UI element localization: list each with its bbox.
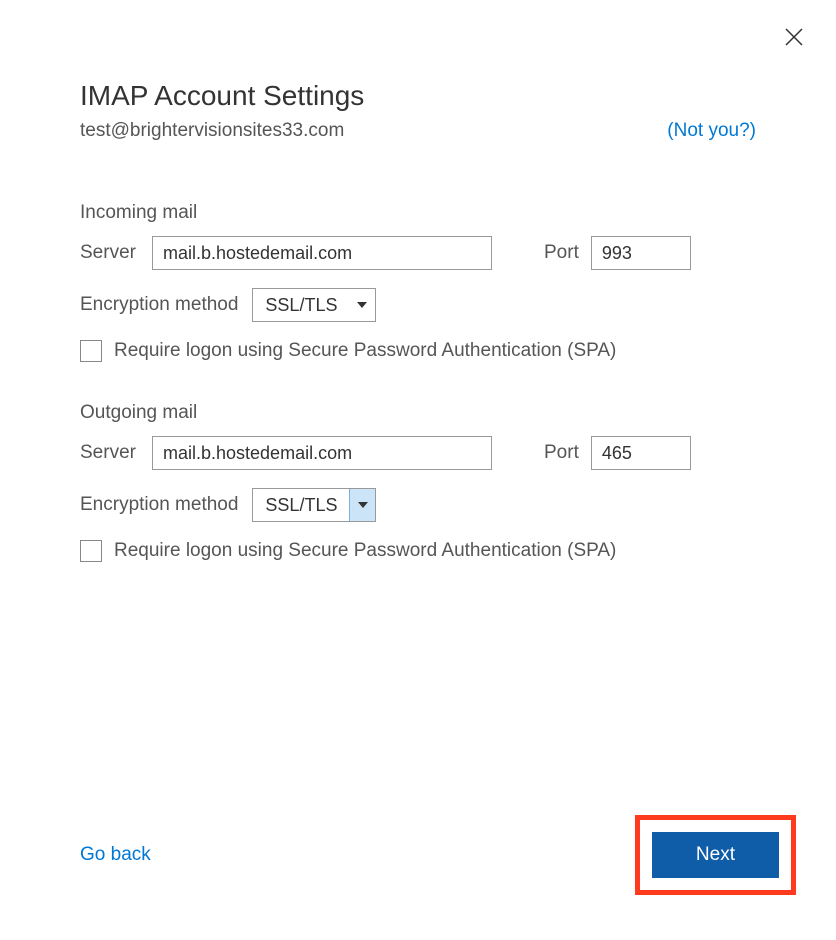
outgoing-encryption-value: SSL/TLS — [253, 495, 349, 516]
outgoing-spa-row: Require logon using Secure Password Auth… — [80, 540, 756, 562]
incoming-server-label: Server — [80, 242, 140, 264]
incoming-server-input[interactable] — [152, 236, 492, 270]
outgoing-port-label: Port — [544, 442, 579, 464]
dialog-footer: Go back Next — [80, 815, 796, 895]
outgoing-heading: Outgoing mail — [80, 402, 756, 424]
go-back-link[interactable]: Go back — [80, 844, 151, 866]
incoming-port-label: Port — [544, 242, 579, 264]
incoming-encryption-label: Encryption method — [80, 294, 238, 316]
close-icon — [785, 28, 803, 46]
incoming-spa-checkbox[interactable] — [80, 340, 102, 362]
outgoing-encryption-label: Encryption method — [80, 494, 238, 516]
not-you-link[interactable]: (Not you?) — [667, 120, 756, 142]
outgoing-port-input[interactable] — [591, 436, 691, 470]
page-title: IMAP Account Settings — [80, 80, 756, 112]
outgoing-spa-label: Require logon using Secure Password Auth… — [114, 540, 616, 562]
incoming-server-row: Server Port — [80, 236, 756, 270]
incoming-encryption-select[interactable]: SSL/TLS — [252, 288, 376, 322]
incoming-encryption-row: Encryption method SSL/TLS — [80, 288, 756, 322]
incoming-spa-label: Require logon using Secure Password Auth… — [114, 340, 616, 362]
outgoing-encryption-select[interactable]: SSL/TLS — [252, 488, 376, 522]
incoming-heading: Incoming mail — [80, 202, 756, 224]
close-button[interactable] — [782, 25, 806, 49]
account-email: test@brightervisionsites33.com — [80, 120, 344, 142]
chevron-down-icon — [349, 289, 375, 321]
outgoing-spa-checkbox[interactable] — [80, 540, 102, 562]
outgoing-encryption-row: Encryption method SSL/TLS — [80, 488, 756, 522]
next-button-highlight: Next — [635, 815, 796, 895]
incoming-encryption-value: SSL/TLS — [253, 295, 349, 316]
outgoing-server-label: Server — [80, 442, 140, 464]
incoming-spa-row: Require logon using Secure Password Auth… — [80, 340, 756, 362]
outgoing-server-row: Server Port — [80, 436, 756, 470]
outgoing-server-input[interactable] — [152, 436, 492, 470]
incoming-port-input[interactable] — [591, 236, 691, 270]
next-button[interactable]: Next — [652, 832, 779, 878]
chevron-down-icon — [349, 489, 375, 521]
email-row: test@brightervisionsites33.com (Not you?… — [80, 120, 756, 142]
imap-settings-dialog: IMAP Account Settings test@brightervisio… — [0, 0, 836, 940]
